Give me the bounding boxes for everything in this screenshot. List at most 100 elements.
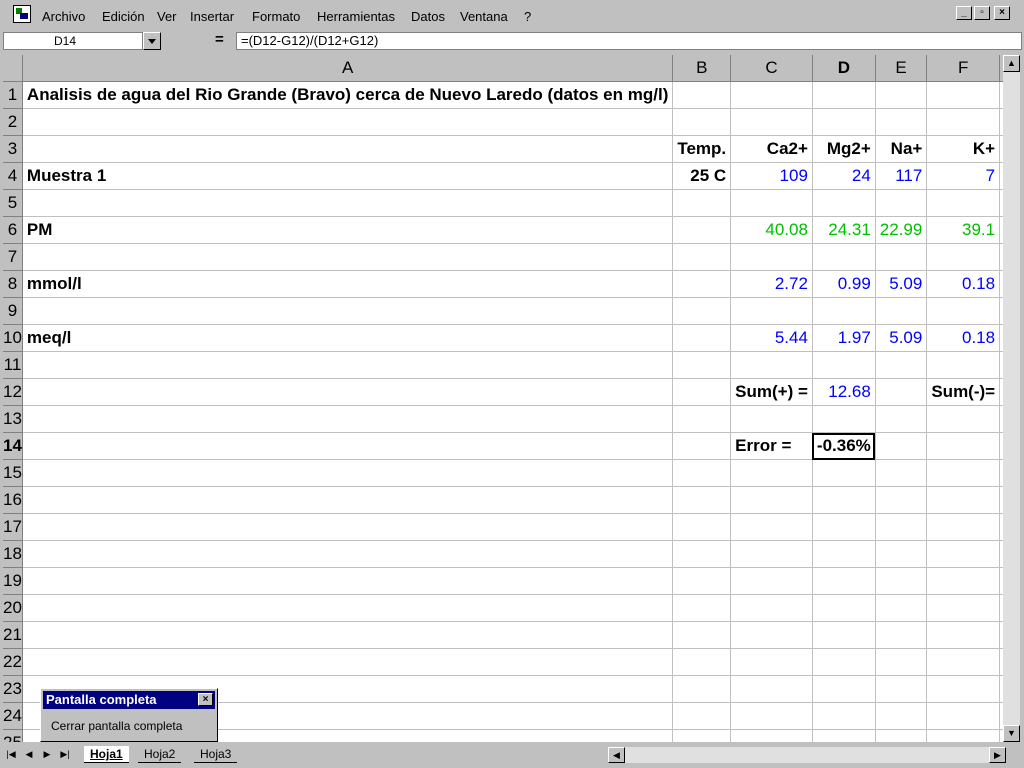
- cell-e15[interactable]: [875, 459, 928, 487]
- cell-a19[interactable]: [22, 567, 674, 595]
- cell-f15[interactable]: [926, 459, 1001, 487]
- restore-button[interactable]: ▫: [974, 6, 990, 20]
- cell-b8[interactable]: [672, 270, 732, 298]
- cell-a16[interactable]: [22, 486, 674, 514]
- cell-a9[interactable]: [22, 297, 674, 325]
- cell-b21[interactable]: [672, 621, 732, 649]
- cell-d18[interactable]: [812, 540, 876, 568]
- cell-f21[interactable]: [926, 621, 1001, 649]
- cell-e20[interactable]: [875, 594, 928, 622]
- row-header[interactable]: 12: [3, 378, 23, 406]
- cell-c12[interactable]: Sum(+) =: [730, 378, 813, 406]
- cell-d15[interactable]: [812, 459, 876, 487]
- row-header[interactable]: 18: [3, 540, 23, 568]
- row-header[interactable]: 20: [3, 594, 23, 622]
- cell-c19[interactable]: [730, 567, 813, 595]
- menu-4[interactable]: Formato: [252, 9, 300, 24]
- cell-e3[interactable]: Na+: [875, 135, 928, 163]
- cell-c8[interactable]: 2.72: [730, 270, 813, 298]
- row-header[interactable]: 3: [3, 135, 23, 163]
- cell-e10[interactable]: 5.09: [875, 324, 928, 352]
- row-header[interactable]: 21: [3, 621, 23, 649]
- cell-d2[interactable]: [812, 108, 876, 136]
- cell-e16[interactable]: [875, 486, 928, 514]
- column-header-c[interactable]: C: [730, 55, 813, 82]
- scroll-up-icon[interactable]: ▲: [1003, 55, 1020, 72]
- cell-d12[interactable]: 12.68: [812, 378, 876, 406]
- cell-e9[interactable]: [875, 297, 928, 325]
- cell-d4[interactable]: 24: [812, 162, 876, 190]
- next-sheet-icon[interactable]: ▶: [40, 747, 54, 761]
- cell-b5[interactable]: [672, 189, 732, 217]
- menu-7[interactable]: Ventana: [460, 9, 508, 24]
- cell-e2[interactable]: [875, 108, 928, 136]
- minimize-button[interactable]: _: [956, 6, 972, 20]
- cell-a22[interactable]: [22, 648, 674, 676]
- row-header[interactable]: 13: [3, 405, 23, 433]
- cell-a18[interactable]: [22, 540, 674, 568]
- cell-e7[interactable]: [875, 243, 928, 271]
- cell-e5[interactable]: [875, 189, 928, 217]
- cell-f23[interactable]: [926, 675, 1001, 703]
- cell-b9[interactable]: [672, 297, 732, 325]
- cell-b4[interactable]: 25 C: [672, 162, 732, 190]
- cell-c18[interactable]: [730, 540, 813, 568]
- menu-3[interactable]: Insertar: [190, 9, 234, 24]
- cell-a1[interactable]: Analisis de agua del Rio Grande (Bravo) …: [22, 81, 674, 109]
- cell-d9[interactable]: [812, 297, 876, 325]
- cell-c16[interactable]: [730, 486, 813, 514]
- cell-d23[interactable]: [812, 675, 876, 703]
- row-header[interactable]: 11: [3, 351, 23, 379]
- cell-f16[interactable]: [926, 486, 1001, 514]
- cell-e18[interactable]: [875, 540, 928, 568]
- cell-e1[interactable]: [875, 81, 928, 109]
- cell-e23[interactable]: [875, 675, 928, 703]
- cell-c5[interactable]: [730, 189, 813, 217]
- cell-f22[interactable]: [926, 648, 1001, 676]
- row-header[interactable]: 5: [3, 189, 23, 217]
- cell-d1[interactable]: [812, 81, 876, 109]
- cell-f25[interactable]: [926, 729, 1001, 742]
- cell-d11[interactable]: [812, 351, 876, 379]
- row-header[interactable]: 1: [3, 81, 23, 109]
- cell-d8[interactable]: 0.99: [812, 270, 876, 298]
- cell-c2[interactable]: [730, 108, 813, 136]
- row-header[interactable]: 2: [3, 108, 23, 136]
- cell-a13[interactable]: [22, 405, 674, 433]
- menu-0[interactable]: Archivo: [42, 9, 85, 24]
- cell-c9[interactable]: [730, 297, 813, 325]
- cell-c4[interactable]: 109: [730, 162, 813, 190]
- sheet-tab-hoja1[interactable]: Hoja1: [84, 746, 129, 763]
- cell-f11[interactable]: [926, 351, 1001, 379]
- cell-b24[interactable]: [672, 702, 732, 730]
- cell-c13[interactable]: [730, 405, 813, 433]
- first-sheet-icon[interactable]: |◀: [4, 747, 18, 761]
- cell-e6[interactable]: 22.99: [875, 216, 928, 244]
- cell-a10[interactable]: meq/l: [22, 324, 674, 352]
- cell-b25[interactable]: [672, 729, 732, 742]
- cell-b12[interactable]: [672, 378, 732, 406]
- cell-e24[interactable]: [875, 702, 928, 730]
- fullscreen-toolbar-title[interactable]: Pantalla completa: [43, 691, 215, 709]
- cell-b6[interactable]: [672, 216, 732, 244]
- row-header[interactable]: 25: [3, 729, 23, 742]
- cell-a8[interactable]: mmol/l: [22, 270, 674, 298]
- scroll-left-icon[interactable]: ◀: [608, 747, 625, 763]
- cell-b19[interactable]: [672, 567, 732, 595]
- select-all-corner[interactable]: [3, 55, 23, 82]
- cell-f3[interactable]: K+: [926, 135, 1001, 163]
- cell-c3[interactable]: Ca2+: [730, 135, 813, 163]
- cell-a14[interactable]: [22, 432, 674, 460]
- cell-d22[interactable]: [812, 648, 876, 676]
- close-icon[interactable]: ×: [198, 693, 213, 706]
- horizontal-scrollbar[interactable]: ◀ ▶: [608, 747, 1006, 763]
- row-header[interactable]: 6: [3, 216, 23, 244]
- cell-d7[interactable]: [812, 243, 876, 271]
- close-fullscreen-button[interactable]: Cerrar pantalla completa: [51, 719, 182, 733]
- cell-a6[interactable]: PM: [22, 216, 674, 244]
- row-header[interactable]: 4: [3, 162, 23, 190]
- menu-6[interactable]: Datos: [411, 9, 445, 24]
- cell-f2[interactable]: [926, 108, 1001, 136]
- cell-a17[interactable]: [22, 513, 674, 541]
- cell-e13[interactable]: [875, 405, 928, 433]
